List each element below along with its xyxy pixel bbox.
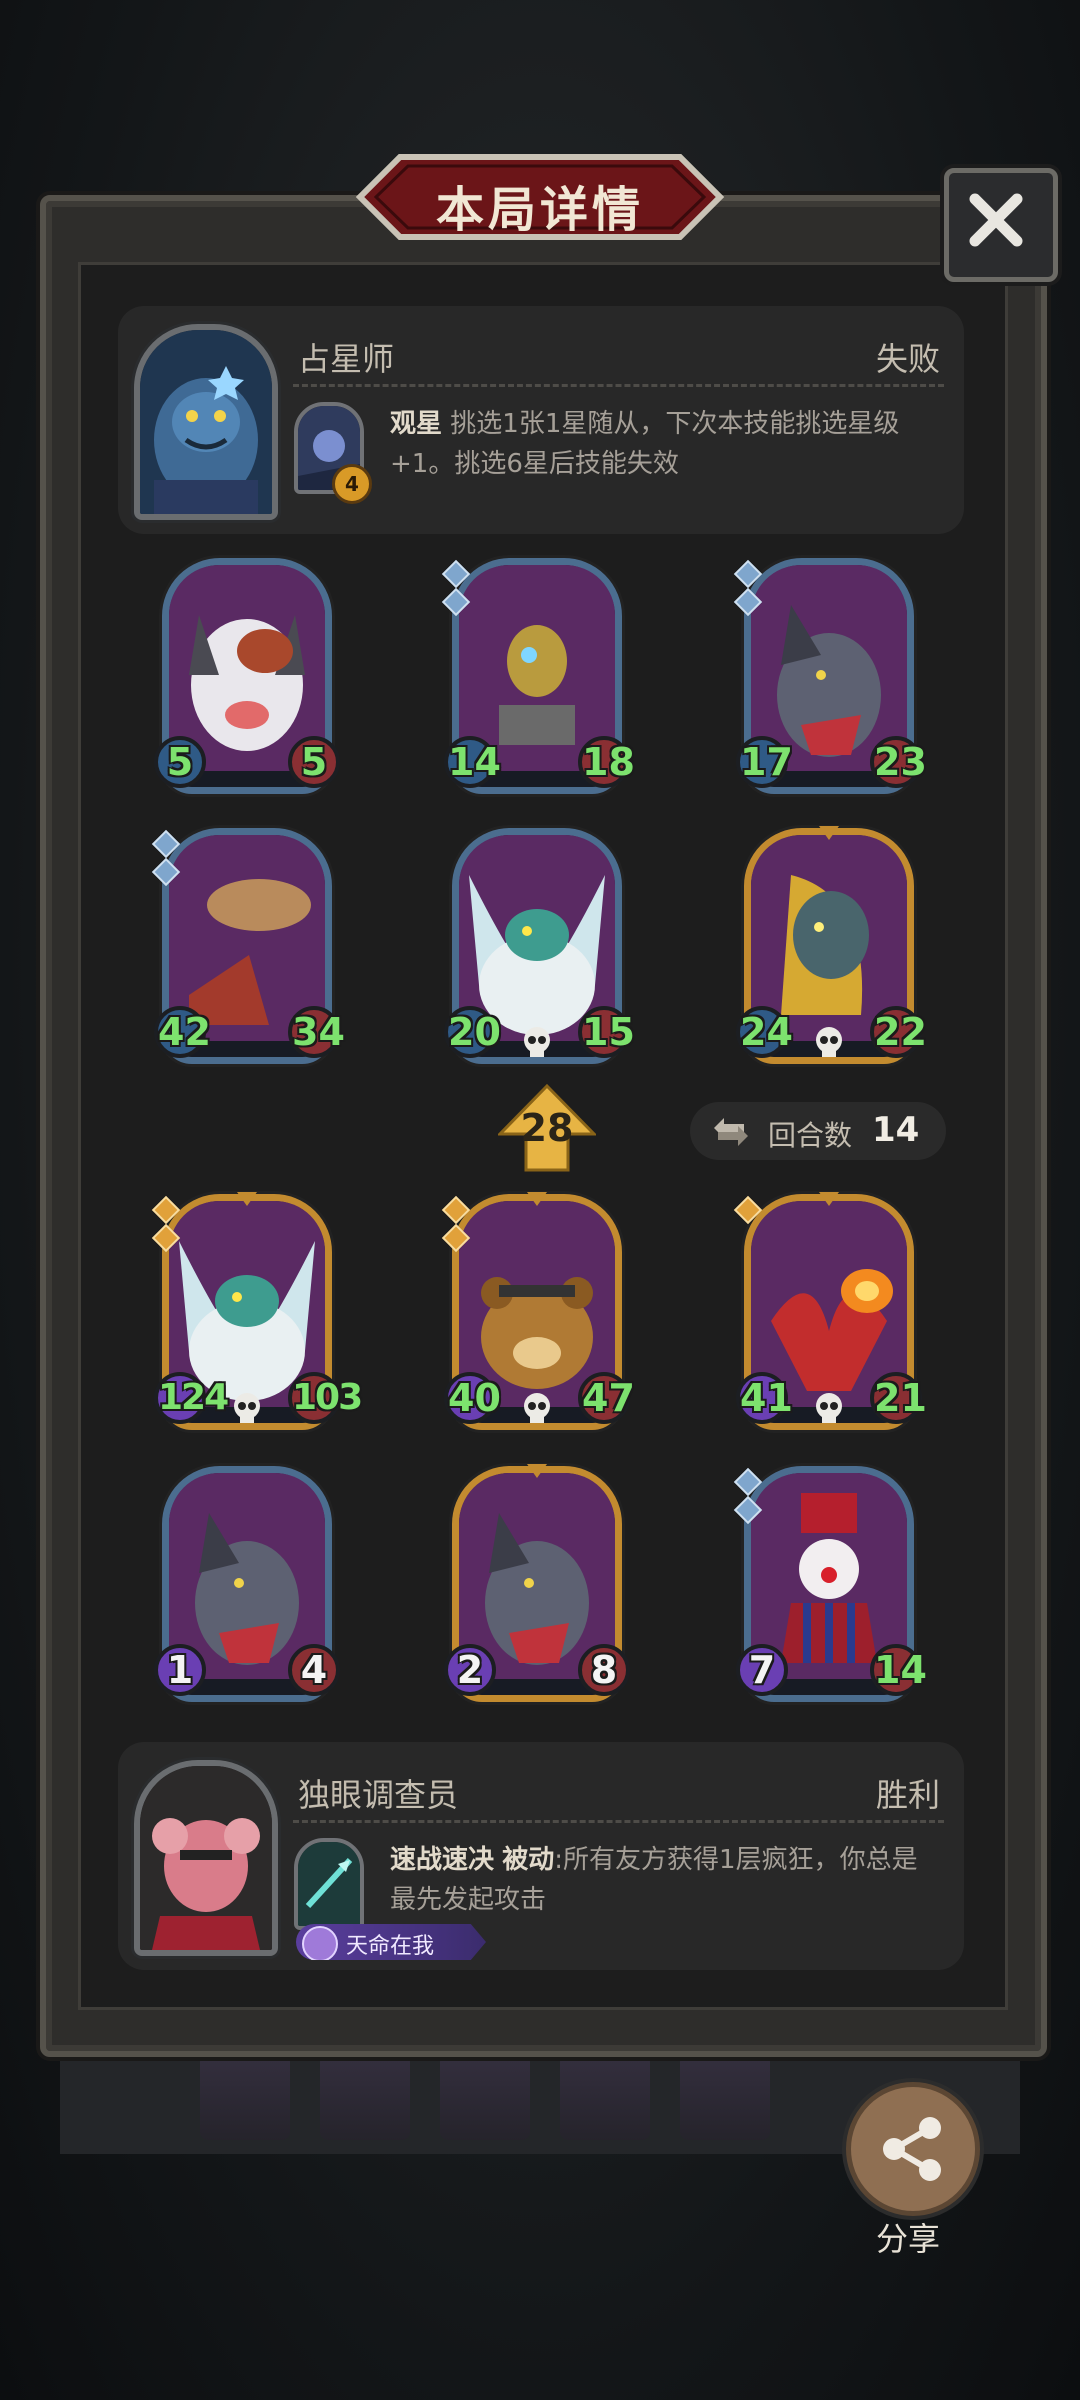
health-stat: 34: [288, 1006, 345, 1058]
background-thumbnail: [440, 2054, 530, 2140]
background-thumbnail: [680, 2054, 770, 2140]
attack-stat: 7: [736, 1644, 788, 1696]
player-avatar: [134, 1760, 278, 1956]
attack-stat: 2: [444, 1644, 496, 1696]
fate-badge-label: 天命在我: [346, 1934, 435, 1959]
star-gem-icon: [733, 1467, 763, 1497]
opponent-skill-desc: 挑选1张1星随从，下次本技能挑选星级+1。挑选6星后技能失效: [390, 409, 900, 479]
opponent-hero-panel: 占星师 失败 4 观星 挑选1张1星随从，下次本技能挑选星级+1。挑选6星后技能…: [118, 306, 964, 534]
star-gem-icon: [441, 1195, 471, 1225]
share-icon: [883, 2117, 941, 2181]
player-minion-card[interactable]: 41 21: [733, 1192, 927, 1430]
player-minion-card[interactable]: 14: [154, 1466, 340, 1702]
opponent-minion-card[interactable]: 24 22: [736, 826, 927, 1064]
health-stat: 14: [870, 1644, 927, 1696]
health-stat: 18: [578, 736, 635, 788]
player-skill-icon[interactable]: [294, 1838, 364, 1930]
opponent-minion-card[interactable]: 55: [154, 558, 340, 794]
health-stat: 23: [870, 736, 927, 788]
background-thumbnail: [200, 2054, 290, 2140]
attack-stat: 20: [444, 1006, 501, 1058]
star-gems: [441, 1195, 471, 1256]
attack-stat: 17: [736, 736, 793, 788]
share-button[interactable]: [846, 2082, 980, 2216]
player-minion-card[interactable]: 124 103: [151, 1192, 363, 1430]
background-thumbnail: [560, 2054, 650, 2140]
opponent-skill-text: 观星 挑选1张1星随从，下次本技能挑选星级+1。挑选6星后技能失效: [390, 404, 936, 484]
fate-icon: [302, 1926, 338, 1960]
attack-stat: 124: [154, 1372, 229, 1424]
player-skill-tag: 被动: [502, 1845, 555, 1875]
skull-icon: [811, 1390, 847, 1426]
health-stat: 8: [578, 1644, 630, 1696]
health-stat: 22: [870, 1006, 927, 1058]
opponent-result: 失败: [875, 340, 940, 378]
title-plaque: 本局详情: [340, 152, 740, 242]
star-gem-icon: [151, 857, 181, 887]
player-skill-text: 速战速决 被动:所有友方获得1层疯狂，你总是最先发起攻击: [390, 1840, 936, 1920]
star-gem-icon: [733, 1195, 763, 1225]
opponent-minion-card[interactable]: 20 15: [444, 828, 635, 1064]
health-stat: 103: [288, 1372, 363, 1424]
star-gems: [733, 1467, 763, 1528]
health-stat: 15: [578, 1006, 635, 1058]
star-gems: [733, 1195, 763, 1228]
star-gem-icon: [441, 559, 471, 589]
share-label: 分享: [875, 2220, 940, 2258]
player-minion-card[interactable]: 7 14: [733, 1466, 927, 1702]
opponent-name: 占星师: [298, 340, 395, 378]
star-gems: [151, 829, 181, 890]
star-gem-icon: [733, 559, 763, 589]
star-gem-icon: [733, 1495, 763, 1525]
fate-badge: 天命在我: [296, 1924, 486, 1960]
divider: [293, 1820, 944, 1823]
player-name: 独眼调查员: [298, 1776, 459, 1814]
star-gem-icon: [441, 587, 471, 617]
page-title: 本局详情: [435, 182, 644, 238]
star-gem-icon: [151, 829, 181, 859]
health-stat: 47: [578, 1372, 635, 1424]
attack-stat: 42: [154, 1006, 211, 1058]
star-gem-icon: [733, 587, 763, 617]
attack-stat: 5: [154, 736, 206, 788]
star-gem-icon: [151, 1223, 181, 1253]
close-icon: [969, 193, 1023, 247]
star-gems: [441, 559, 471, 620]
divider: [293, 384, 944, 387]
attack-stat: 40: [444, 1372, 501, 1424]
player-minion-card[interactable]: 40 47: [441, 1192, 635, 1430]
close-button[interactable]: [944, 168, 1058, 282]
player-result: 胜利: [875, 1776, 940, 1814]
attack-stat: 41: [736, 1372, 793, 1424]
health-stat: 4: [288, 1644, 340, 1696]
background-thumbnail: [320, 2054, 410, 2140]
skull-icon: [811, 1024, 847, 1060]
opponent-avatar: [134, 324, 278, 520]
skill-level-badge: 4: [332, 464, 372, 504]
arrow-value: 28: [520, 1106, 574, 1150]
opponent-minion-card[interactable]: 42 34: [151, 828, 345, 1064]
skull-icon: [229, 1390, 265, 1426]
star-gems: [151, 1195, 181, 1256]
star-gem-icon: [151, 1195, 181, 1225]
player-skill-name: 速战速决: [390, 1845, 495, 1875]
skull-icon: [519, 1024, 555, 1060]
swap-icon: [714, 1118, 748, 1146]
round-count-badge: 回合数 14: [690, 1102, 946, 1160]
health-stat: 5: [288, 736, 340, 788]
opponent-minion-card[interactable]: 14 18: [441, 558, 635, 794]
player-hero-panel: 独眼调查员 胜利 速战速决 被动:所有友方获得1层疯狂，你总是最先发起攻击 天命…: [118, 1742, 964, 1970]
attack-stat: 24: [736, 1006, 793, 1058]
opponent-minion-card[interactable]: 17 23: [733, 558, 927, 794]
star-gem-icon: [441, 1223, 471, 1253]
attack-stat: 14: [444, 736, 501, 788]
star-gems: [733, 559, 763, 620]
player-minion-card[interactable]: 28: [444, 1464, 630, 1702]
attack-stat: 1: [154, 1644, 206, 1696]
round-count-label: 回合数: [768, 1119, 853, 1152]
health-stat: 21: [870, 1372, 927, 1424]
skull-icon: [519, 1390, 555, 1426]
opponent-skill-name: 观星: [390, 409, 443, 439]
round-count-value: 14: [872, 1110, 920, 1150]
